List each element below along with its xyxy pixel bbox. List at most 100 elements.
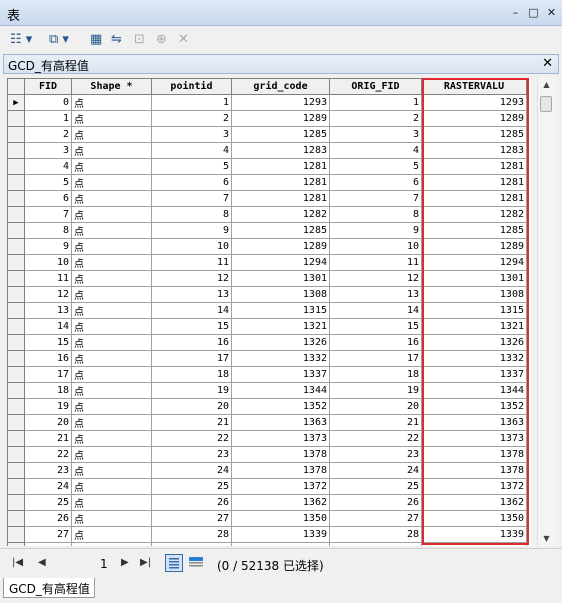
cell-rastervalu[interactable]: 1289	[421, 238, 527, 255]
cell-fid[interactable]: 20	[24, 414, 72, 431]
table-row[interactable]: 11 点 12 1301 12 1301	[7, 270, 527, 287]
cell-pointid[interactable]: 9	[151, 222, 232, 239]
cell-rastervalu[interactable]: 1373	[421, 430, 527, 447]
cell-fid[interactable]: 8	[24, 222, 72, 239]
cell-rastervalu[interactable]: 1282	[421, 206, 527, 223]
cell-pointid[interactable]: 27	[151, 510, 232, 527]
page-number-field[interactable]: 1	[100, 557, 108, 571]
cell-rastervalu[interactable]: 1294	[421, 254, 527, 271]
column-header-orig-fid[interactable]: ORIG_FID	[329, 78, 422, 95]
cell-grid-code[interactable]: 1301	[231, 270, 330, 287]
cell-orig-fid[interactable]: 10	[329, 238, 422, 255]
cell-shape[interactable]: 点	[71, 494, 152, 511]
cell-shape[interactable]: 点	[71, 462, 152, 479]
table-row[interactable]: 18 点 19 1344 19 1344	[7, 382, 527, 399]
cell-shape[interactable]: 点	[71, 238, 152, 255]
cell-fid[interactable]: 16	[24, 350, 72, 367]
cell-rastervalu[interactable]: 1350	[421, 510, 527, 527]
cell-rastervalu[interactable]: 1332	[421, 350, 527, 367]
row-selector[interactable]	[7, 206, 25, 223]
cell-grid-code[interactable]: 1344	[231, 382, 330, 399]
cell-shape[interactable]: 点	[71, 222, 152, 239]
cell-fid[interactable]: 21	[24, 430, 72, 447]
cell-orig-fid[interactable]: 25	[329, 478, 422, 495]
cell-grid-code[interactable]: 1373	[231, 430, 330, 447]
cell-grid-code[interactable]: 1308	[231, 286, 330, 303]
cell-orig-fid[interactable]: 7	[329, 190, 422, 207]
cell-rastervalu[interactable]: 1326	[421, 334, 527, 351]
cell-shape[interactable]: 点	[71, 430, 152, 447]
table-row[interactable]: 8 点 9 1285 9 1285	[7, 222, 527, 239]
next-record-icon[interactable]: ▶	[121, 557, 129, 568]
cell-grid-code[interactable]: 1329	[231, 542, 330, 546]
row-selector[interactable]	[7, 542, 25, 546]
cell-fid[interactable]: 22	[24, 446, 72, 463]
table-row[interactable]: 13 点 14 1315 14 1315	[7, 302, 527, 319]
cell-grid-code[interactable]: 1363	[231, 414, 330, 431]
scroll-thumb[interactable]	[540, 96, 552, 112]
cell-pointid[interactable]: 13	[151, 286, 232, 303]
cell-rastervalu[interactable]: 1285	[421, 126, 527, 143]
cell-rastervalu[interactable]: 1329	[421, 542, 527, 546]
scroll-up-icon[interactable]: ▲	[538, 78, 555, 92]
table-row[interactable]: 10 点 11 1294 11 1294	[7, 254, 527, 271]
cell-orig-fid[interactable]: 15	[329, 318, 422, 335]
row-selector[interactable]	[7, 174, 25, 191]
row-selector[interactable]	[7, 398, 25, 415]
column-header-pointid[interactable]: pointid	[151, 78, 232, 95]
cell-shape[interactable]: 点	[71, 446, 152, 463]
table-row[interactable]: 17 点 18 1337 18 1337	[7, 366, 527, 383]
table-row[interactable]: 27 点 28 1339 28 1339	[7, 526, 527, 543]
cell-shape[interactable]: 点	[71, 174, 152, 191]
cell-fid[interactable]: 0	[24, 94, 72, 111]
cell-pointid[interactable]: 18	[151, 366, 232, 383]
cell-grid-code[interactable]: 1315	[231, 302, 330, 319]
cell-grid-code[interactable]: 1294	[231, 254, 330, 271]
cell-fid[interactable]: 14	[24, 318, 72, 335]
cell-pointid[interactable]: 28	[151, 526, 232, 543]
table-row[interactable]: 15 点 16 1326 16 1326	[7, 334, 527, 351]
cell-orig-fid[interactable]: 12	[329, 270, 422, 287]
cell-grid-code[interactable]: 1352	[231, 398, 330, 415]
cell-rastervalu[interactable]: 1337	[421, 366, 527, 383]
table-row[interactable]: 5 点 6 1281 6 1281	[7, 174, 527, 191]
cell-orig-fid[interactable]: 22	[329, 430, 422, 447]
cell-fid[interactable]: 28	[24, 542, 72, 546]
cell-grid-code[interactable]: 1332	[231, 350, 330, 367]
cell-grid-code[interactable]: 1362	[231, 494, 330, 511]
table-row[interactable]: 1 点 2 1289 2 1289	[7, 110, 527, 127]
cell-rastervalu[interactable]: 1285	[421, 222, 527, 239]
cell-fid[interactable]: 19	[24, 398, 72, 415]
cell-fid[interactable]: 26	[24, 510, 72, 527]
cell-shape[interactable]: 点	[71, 366, 152, 383]
cell-fid[interactable]: 23	[24, 462, 72, 479]
cell-pointid[interactable]: 4	[151, 142, 232, 159]
cell-rastervalu[interactable]: 1281	[421, 174, 527, 191]
row-selector[interactable]	[7, 494, 25, 511]
row-selector[interactable]	[7, 446, 25, 463]
cell-rastervalu[interactable]: 1339	[421, 526, 527, 543]
table-row[interactable]: 9 点 10 1289 10 1289	[7, 238, 527, 255]
table-row[interactable]: 22 点 23 1378 23 1378	[7, 446, 527, 463]
cell-rastervalu[interactable]: 1293	[421, 94, 527, 111]
show-all-records-icon[interactable]	[165, 554, 183, 572]
cell-orig-fid[interactable]: 4	[329, 142, 422, 159]
cell-shape[interactable]: 点	[71, 478, 152, 495]
cell-shape[interactable]: 点	[71, 382, 152, 399]
cell-pointid[interactable]: 21	[151, 414, 232, 431]
row-selector[interactable]	[7, 430, 25, 447]
cell-orig-fid[interactable]: 18	[329, 366, 422, 383]
cell-shape[interactable]: 点	[71, 414, 152, 431]
row-selector[interactable]	[7, 366, 25, 383]
cell-pointid[interactable]: 16	[151, 334, 232, 351]
table-row[interactable]: ▶ 0 点 1 1293 1 1293	[7, 94, 527, 111]
cell-grid-code[interactable]: 1289	[231, 238, 330, 255]
cell-orig-fid[interactable]: 27	[329, 510, 422, 527]
cell-rastervalu[interactable]: 1362	[421, 494, 527, 511]
cell-grid-code[interactable]: 1339	[231, 526, 330, 543]
related-tables-icon[interactable]: ⧉ ▾	[49, 31, 69, 49]
row-selector[interactable]	[7, 382, 25, 399]
cell-pointid[interactable]: 23	[151, 446, 232, 463]
cell-grid-code[interactable]: 1350	[231, 510, 330, 527]
cell-orig-fid[interactable]: 2	[329, 110, 422, 127]
